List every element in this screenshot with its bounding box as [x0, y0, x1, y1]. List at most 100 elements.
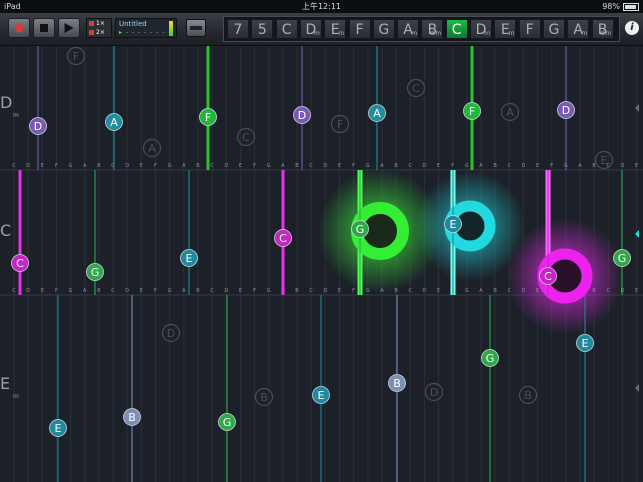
- scale-label: B: [196, 288, 200, 294]
- song-name: Untitled: [119, 20, 147, 28]
- note-label: E: [55, 422, 62, 435]
- loop-count-2[interactable]: 2×: [87, 28, 111, 37]
- mixer-button[interactable]: [186, 19, 206, 37]
- scale-label: C: [12, 288, 16, 294]
- record-icon: [14, 23, 24, 33]
- ghost-note-label: D: [167, 327, 175, 340]
- chord-key-f[interactable]: F: [348, 19, 371, 39]
- stop-button[interactable]: [33, 18, 55, 38]
- chord-key-quality: dim: [600, 30, 612, 37]
- scale-label: A: [182, 288, 186, 294]
- chord-key-f[interactable]: F: [518, 19, 541, 39]
- toolbar: 1× 2× Untitled ▸ - - - - - - - - 75CDmEm…: [0, 13, 643, 46]
- scale-label: G: [465, 163, 469, 169]
- scale-label: F: [451, 163, 454, 169]
- chord-key-bdim[interactable]: Bdim: [421, 19, 444, 39]
- note-grid[interactable]: C D E F G A B C D E F G A B C D E F G A B C D E F G A B C D E F G A B C D E F G…: [0, 46, 643, 482]
- row-chord-label: C: [0, 221, 11, 240]
- note-label: G: [356, 223, 365, 236]
- ghost-note-label: D: [430, 386, 438, 399]
- scale-label: F: [352, 288, 355, 294]
- chord-key-dm[interactable]: Dm: [299, 19, 322, 39]
- scale-label: F: [55, 163, 58, 169]
- scale-label: F: [154, 163, 157, 169]
- note-label: G: [618, 252, 627, 265]
- scale-label: C: [408, 163, 412, 169]
- chord-key-root: F: [355, 22, 364, 38]
- scale-label: A: [182, 163, 186, 169]
- scale-label: E: [437, 163, 440, 169]
- note-label: D: [562, 104, 570, 117]
- chord-key-em[interactable]: Em: [324, 19, 347, 39]
- chord-key-c[interactable]: C: [445, 19, 468, 39]
- scale-label: E: [41, 163, 44, 169]
- ghost-note-label: A: [506, 106, 514, 119]
- scale-label: G: [267, 163, 271, 169]
- scale-label: B: [97, 288, 101, 294]
- scale-label: G: [69, 163, 73, 169]
- chord-key-quality: m: [581, 30, 588, 37]
- chord-key-dm[interactable]: Dm: [470, 19, 492, 39]
- scale-label: E: [635, 163, 638, 169]
- chord-key-em[interactable]: Em: [494, 19, 517, 39]
- scale-label: E: [41, 288, 44, 294]
- scale-label: F: [253, 288, 256, 294]
- chord-key-quality: m: [508, 30, 515, 37]
- chord-key-quality: m: [411, 30, 418, 37]
- song-display[interactable]: Untitled ▸ - - - - - - - -: [115, 18, 177, 38]
- record-button[interactable]: [8, 18, 30, 38]
- chord-key-am[interactable]: Am: [397, 19, 420, 39]
- scale-label: D: [323, 288, 327, 294]
- row-chord-quality: m: [13, 393, 19, 400]
- note-label: B: [128, 411, 136, 424]
- scale-label: D: [224, 163, 228, 169]
- play-icon: [64, 23, 74, 33]
- stop-icon: [40, 24, 48, 32]
- chord-key-quality: dim: [430, 30, 442, 37]
- loop-count-1[interactable]: 1×: [87, 19, 111, 28]
- ghost-note-label: A: [148, 142, 156, 155]
- chord-key-root: C: [451, 22, 462, 38]
- note-label: A: [110, 116, 118, 129]
- scale-label: C: [408, 288, 412, 294]
- scale-label: A: [578, 163, 582, 169]
- scale-label: A: [479, 288, 483, 294]
- info-button[interactable]: i: [625, 21, 639, 35]
- scale-label: G: [168, 163, 172, 169]
- chord-key-5[interactable]: 5: [251, 19, 274, 39]
- scale-label: F: [253, 163, 256, 169]
- chord-key-7[interactable]: 7: [227, 19, 249, 39]
- scale-label: D: [224, 288, 228, 294]
- scale-label: B: [295, 288, 299, 294]
- ghost-note-label: F: [337, 118, 343, 131]
- scale-label: E: [140, 163, 143, 169]
- ghost-note-label: B: [260, 391, 268, 404]
- note-label: E: [186, 252, 193, 265]
- battery-indicator: 98%: [602, 0, 639, 13]
- chord-key-quality: m: [338, 30, 345, 37]
- chord-key-g[interactable]: G: [372, 19, 395, 39]
- note-label: G: [91, 266, 100, 279]
- loop-count-box[interactable]: 1× 2×: [86, 18, 112, 38]
- loop-led-icon: [89, 21, 94, 26]
- clock: 上午12:11: [301, 2, 342, 11]
- chord-key-quality: m: [314, 30, 320, 37]
- chord-key-c[interactable]: C: [275, 19, 298, 39]
- scale-label: F: [352, 163, 355, 169]
- scale-label: G: [366, 163, 370, 169]
- scale-label: D: [521, 163, 525, 169]
- battery-icon: [623, 2, 639, 11]
- chord-key-bdim[interactable]: Bdim: [591, 19, 614, 39]
- note-label: E: [582, 337, 589, 350]
- mixer-icon: [190, 26, 202, 30]
- ghost-note-label: B: [524, 389, 532, 402]
- chord-key-am[interactable]: Am: [567, 19, 590, 39]
- status-bar: iPad 上午12:11 98%: [0, 0, 643, 13]
- chord-key-g[interactable]: G: [542, 19, 565, 39]
- row-chord-quality: m: [13, 112, 19, 119]
- scale-label: D: [26, 288, 30, 294]
- play-button[interactable]: [58, 18, 80, 38]
- level-meter: [169, 21, 173, 36]
- scale-label: G: [69, 288, 73, 294]
- scale-label: A: [83, 163, 87, 169]
